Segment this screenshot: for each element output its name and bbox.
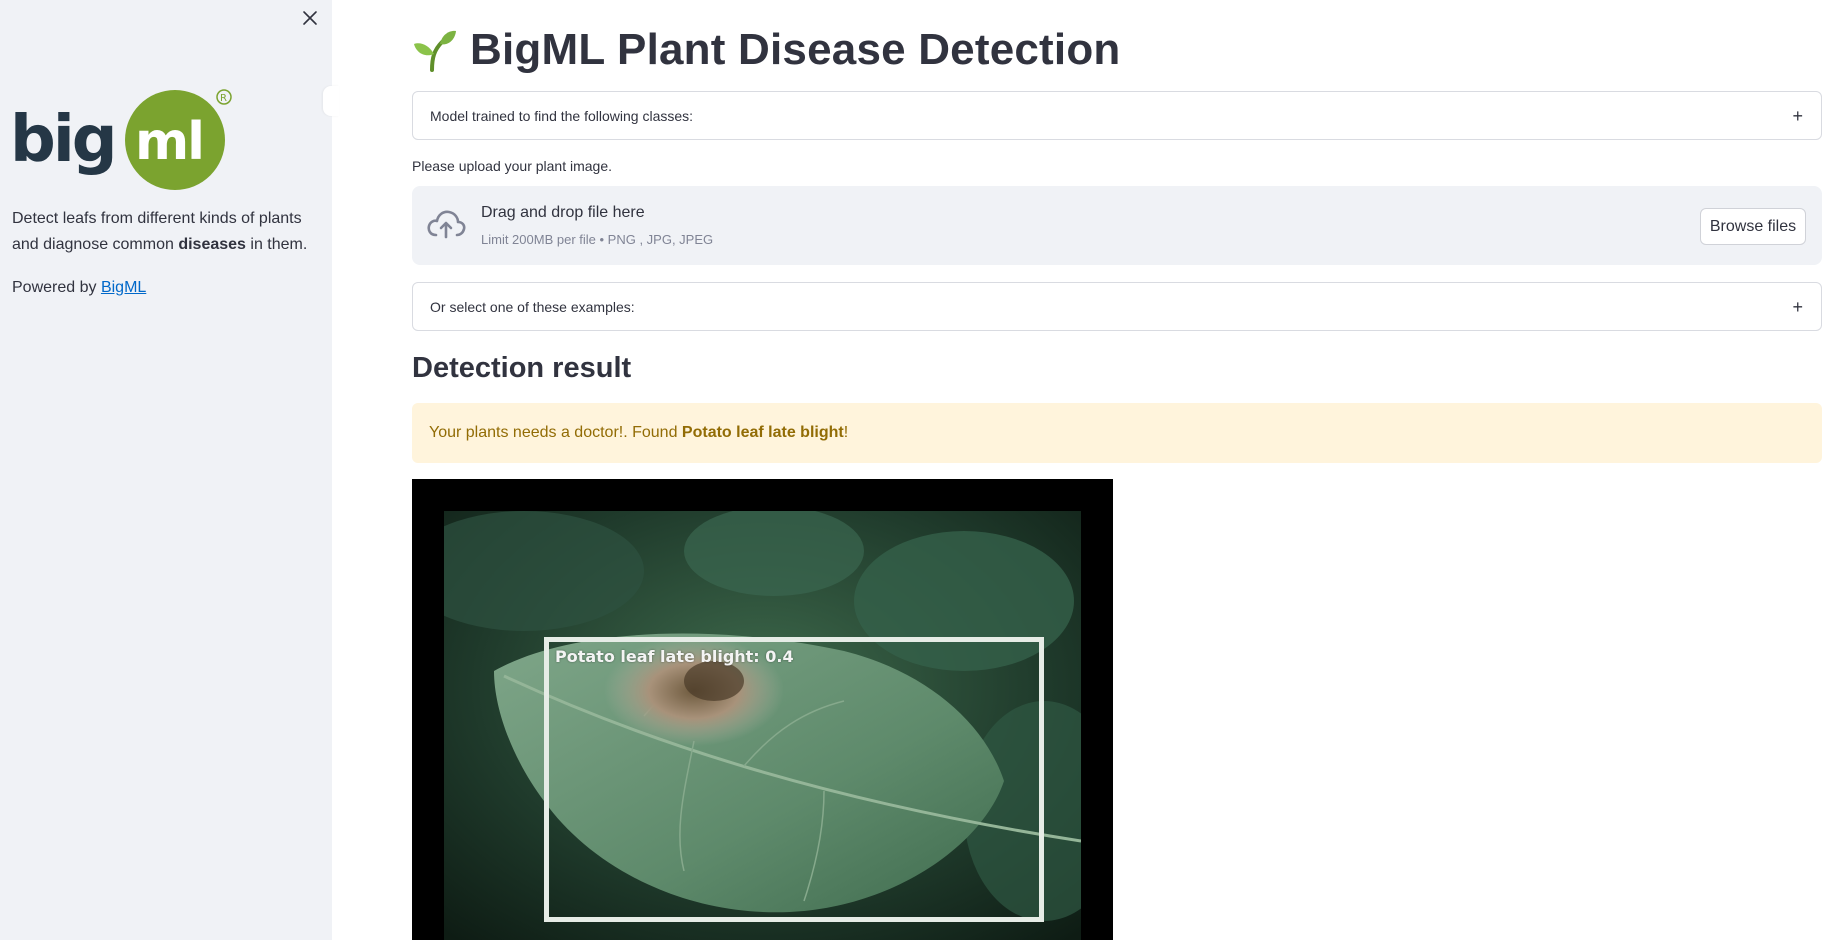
expand-plus-icon: +: [1792, 296, 1803, 317]
sidebar-close-button[interactable]: [296, 4, 324, 32]
alert-suffix: !: [843, 424, 849, 441]
sidebar: big ml R Detect leafs from different kin…: [0, 0, 332, 940]
svg-text:big: big: [10, 103, 115, 177]
page-title: BigML Plant Disease Detection: [412, 22, 1120, 78]
alert-finding: Potato leaf late blight: [681, 424, 844, 441]
dropzone-subtitle: Limit 200MB per file • PNG , JPG, JPEG: [481, 232, 714, 247]
description-bold: diseases: [178, 236, 246, 253]
bigml-logo: big ml R: [10, 89, 232, 190]
examples-expander-label: Or select one of these examples:: [430, 298, 635, 315]
detection-bounding-box: [544, 637, 1044, 922]
detection-result-heading: Detection result: [412, 352, 632, 384]
description-text-end: in them.: [245, 236, 308, 253]
classes-expander-label: Model trained to find the following clas…: [430, 107, 694, 124]
dropzone-title: Drag and drop file here: [481, 204, 645, 221]
close-icon: [303, 11, 317, 25]
svg-text:ml: ml: [135, 112, 203, 172]
sidebar-description: Detect leafs from different kinds of pla…: [12, 206, 322, 258]
svg-text:R: R: [220, 93, 227, 104]
sidebar-collapse-handle[interactable]: [323, 86, 339, 116]
detection-image: Potato leaf late blight: 0.4: [412, 479, 1113, 940]
examples-expander[interactable]: Or select one of these examples: +: [412, 282, 1822, 331]
powered-by: Powered by BigML: [12, 276, 146, 300]
upload-label: Please upload your plant image.: [412, 158, 613, 174]
alert-prefix: Your plants needs a doctor!. Found: [429, 424, 678, 441]
warning-alert: Your plants needs a doctor!. Found Potat…: [412, 403, 1822, 463]
expand-plus-icon: +: [1792, 105, 1803, 126]
main-content: BigML Plant Disease Detection Model trai…: [412, 0, 1822, 940]
page-title-text: BigML Plant Disease Detection: [470, 25, 1121, 74]
browse-files-button[interactable]: Browse files: [1700, 208, 1806, 245]
bigml-link[interactable]: BigML: [101, 279, 146, 296]
cloud-upload-icon: [427, 210, 466, 239]
seedling-icon: [414, 30, 456, 72]
detection-label: Potato leaf late blight: 0.4: [555, 647, 794, 666]
classes-expander[interactable]: Model trained to find the following clas…: [412, 91, 1822, 140]
powered-by-label: Powered by: [12, 279, 101, 296]
file-dropzone[interactable]: Drag and drop file here Limit 200MB per …: [412, 186, 1822, 265]
